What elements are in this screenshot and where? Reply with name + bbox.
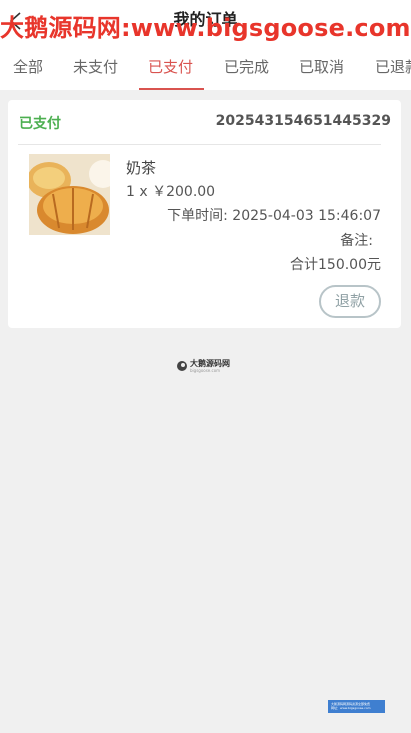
quantity-price: 1 x ￥200.00 (126, 184, 216, 200)
order-time-value: 2025-04-03 15:46:07 (232, 208, 381, 224)
order-status: 已支付 (19, 116, 61, 132)
product-name: 奶茶 (126, 159, 157, 177)
tab-all[interactable]: 全部 (13, 56, 43, 77)
order-card[interactable]: 已支付 202543154651445329 奶茶 1 x ￥200.00 下单… (8, 100, 401, 328)
order-number: 202543154651445329 (215, 113, 391, 129)
tab-cancelled[interactable]: 已取消 (299, 56, 344, 77)
order-total: 合计150.00元 (290, 257, 381, 273)
divider (18, 144, 381, 145)
tab-paid[interactable]: 已支付 (148, 56, 193, 77)
tab-unpaid[interactable]: 未支付 (73, 56, 118, 77)
refund-button[interactable]: 退款 (319, 285, 381, 318)
product-image[interactable] (29, 154, 110, 235)
tab-completed[interactable]: 已完成 (224, 56, 269, 77)
tab-refunded[interactable]: 已退款 (375, 56, 411, 77)
bread-image-icon (29, 154, 110, 235)
header: 我的订单 大鹅源码网:www.bigsgoose.com (0, 0, 411, 44)
badge-line-2: 网址：www.bigsgoose.com (331, 706, 371, 710)
remark-label: 备注: (340, 233, 373, 249)
order-time-label: 下单时间: (167, 208, 228, 224)
goose-logo-icon (177, 361, 187, 371)
order-time: 下单时间: 2025-04-03 15:46:07 (167, 205, 381, 225)
order-status-tabs: 全部 未支付 已支付 已完成 已取消 已退款 (0, 44, 411, 90)
logo-subtext: bigsgoose.com (190, 368, 221, 373)
watermark-text: 大鹅源码网:www.bigsgoose.com (0, 14, 411, 42)
site-logo: 大鹅源码网 bigsgoose.com (176, 358, 236, 376)
active-tab-indicator (139, 88, 204, 90)
watermark-badge: 大鹅源码网源码资源全部免费 网址：www.bigsgoose.com (328, 700, 385, 713)
